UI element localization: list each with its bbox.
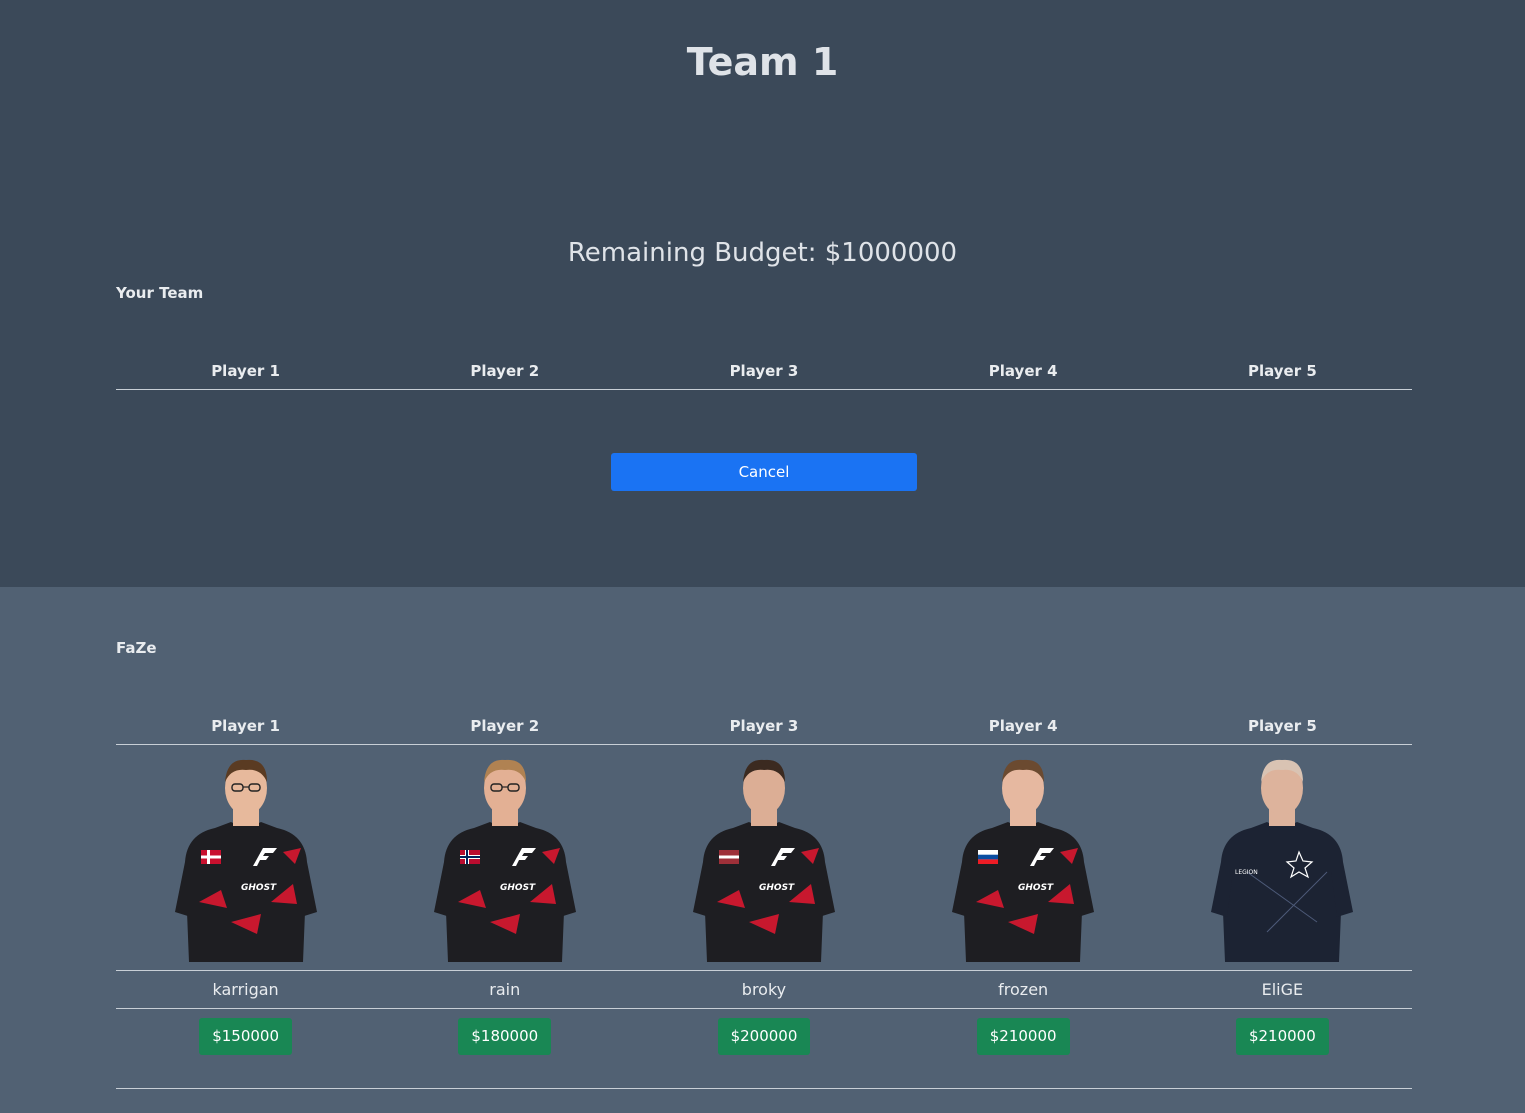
page-title: Team 1 [686, 40, 839, 84]
player-photo-cell: GHOST [893, 744, 1153, 971]
faze-header-player-3: Player 3 [634, 708, 894, 745]
player-photo: GHOST [952, 759, 1095, 962]
faze-header-player-1: Player 1 [116, 708, 376, 745]
your-team-label: Your Team [116, 284, 204, 302]
your-team-header-player-3: Player 3 [634, 353, 894, 390]
table-row-prices: $150000 $180000 $200000 $210000 $210000 [116, 1008, 1412, 1089]
player-photo-cell: GHOST [634, 744, 894, 971]
player-name: rain [375, 970, 635, 1009]
player-photo-cell: LEGION [1152, 744, 1412, 971]
player-name: broky [634, 970, 894, 1009]
buy-player-button[interactable]: $200000 [717, 1018, 811, 1055]
player-name: frozen [893, 970, 1153, 1009]
svg-text:GHOST: GHOST [241, 883, 277, 893]
svg-text:GHOST: GHOST [500, 883, 536, 893]
your-team-section [0, 0, 1525, 587]
faze-header-player-5: Player 5 [1152, 708, 1412, 745]
your-team-header-player-5: Player 5 [1152, 353, 1412, 390]
svg-text:GHOST: GHOST [759, 883, 795, 893]
faze-header-player-2: Player 2 [375, 708, 635, 745]
your-team-header-player-2: Player 2 [375, 353, 635, 390]
buy-player-button[interactable]: $210000 [976, 1018, 1070, 1055]
your-team-header-player-1: Player 1 [116, 353, 376, 390]
cancel-button[interactable]: Cancel [611, 453, 917, 491]
player-photo: GHOST [692, 759, 835, 962]
player-name: karrigan [116, 970, 376, 1009]
player-photo: GHOST [174, 759, 317, 962]
player-name: EliGE [1152, 970, 1412, 1009]
remaining-budget: Remaining Budget: $1000000 [567, 238, 958, 268]
buy-player-button[interactable]: $180000 [458, 1018, 552, 1055]
buy-player-button[interactable]: $150000 [199, 1018, 292, 1055]
svg-text:GHOST: GHOST [1018, 883, 1054, 893]
buy-player-button[interactable]: $210000 [1235, 1018, 1329, 1055]
player-photo: GHOST [433, 759, 576, 962]
your-team-table: Player 1 Player 2 Player 3 Player 4 Play… [116, 353, 1412, 390]
player-photo-cell: GHOST [375, 744, 635, 971]
table-row-names: karrigan rain broky frozen EliGE [116, 970, 1412, 1009]
faze-team-table: Player 1 Player 2 Player 3 Player 4 Play… [116, 708, 1412, 1089]
faze-header-player-4: Player 4 [893, 708, 1153, 745]
table-row-photos: GHOST GHOST GHOST GHOST LEGION [116, 744, 1412, 971]
player-photo: LEGION [1211, 759, 1354, 962]
player-photo-cell: GHOST [116, 744, 376, 971]
svg-text:LEGION: LEGION [1235, 869, 1258, 876]
faze-team-label: FaZe [116, 639, 157, 657]
your-team-header-player-4: Player 4 [893, 353, 1153, 390]
